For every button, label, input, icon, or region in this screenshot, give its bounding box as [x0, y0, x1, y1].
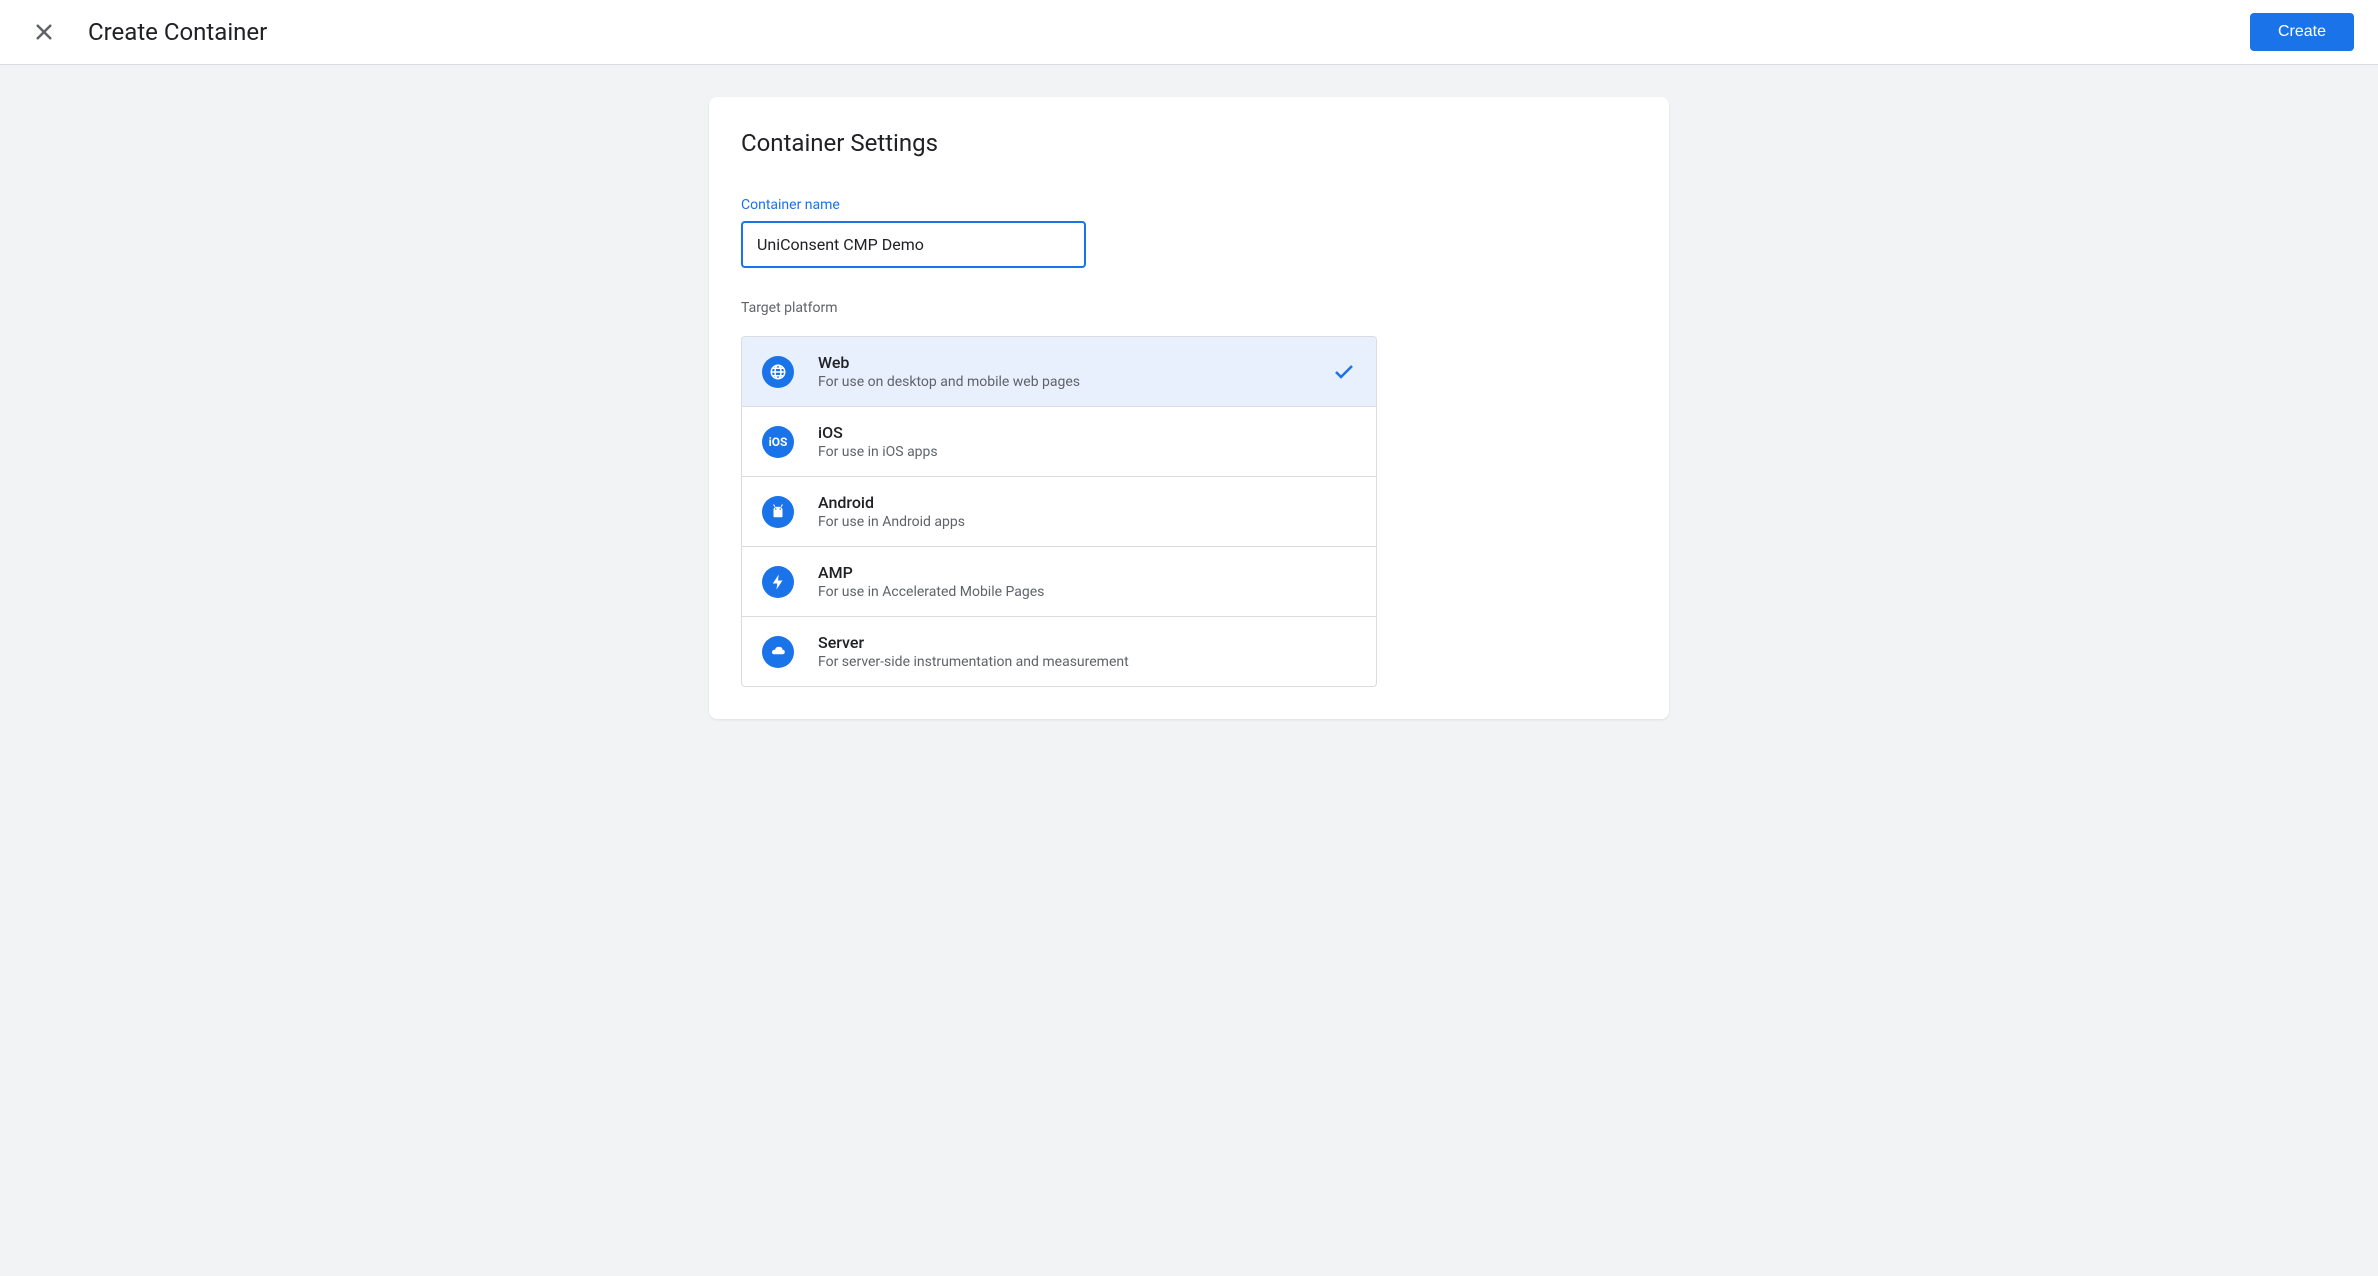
settings-card: Container Settings Container name Target…: [709, 97, 1669, 719]
create-button[interactable]: Create: [2250, 13, 2354, 51]
close-button[interactable]: [24, 12, 64, 52]
platform-text: Server For server-side instrumentation a…: [818, 633, 1356, 670]
content-wrapper: Container Settings Container name Target…: [0, 65, 2378, 751]
card-title: Container Settings: [741, 129, 1637, 157]
platform-list: Web For use on desktop and mobile web pa…: [741, 336, 1377, 687]
platform-text: Web For use on desktop and mobile web pa…: [818, 353, 1332, 390]
platform-desc: For server-side instrumentation and meas…: [818, 654, 1356, 670]
platform-name: Android: [818, 493, 1356, 512]
platform-text: iOS For use in iOS apps: [818, 423, 1356, 460]
platform-desc: For use in Android apps: [818, 514, 1356, 530]
ios-icon: iOS: [762, 426, 794, 458]
target-platform-label: Target platform: [741, 300, 1637, 316]
platform-option-web[interactable]: Web For use on desktop and mobile web pa…: [742, 337, 1376, 407]
check-icon: [1332, 360, 1356, 384]
page-title: Create Container: [88, 18, 267, 46]
platform-name: iOS: [818, 423, 1356, 442]
close-icon: [32, 20, 56, 44]
platform-name: Server: [818, 633, 1356, 652]
platform-desc: For use on desktop and mobile web pages: [818, 374, 1332, 390]
container-name-input[interactable]: [741, 221, 1086, 268]
platform-option-ios[interactable]: iOS iOS For use in iOS apps: [742, 407, 1376, 477]
platform-text: AMP For use in Accelerated Mobile Pages: [818, 563, 1356, 600]
globe-icon: [762, 356, 794, 388]
android-icon: [762, 496, 794, 528]
page-header: Create Container Create: [0, 0, 2378, 65]
platform-name: Web: [818, 353, 1332, 372]
platform-desc: For use in Accelerated Mobile Pages: [818, 584, 1356, 600]
platform-option-android[interactable]: Android For use in Android apps: [742, 477, 1376, 547]
platform-option-amp[interactable]: AMP For use in Accelerated Mobile Pages: [742, 547, 1376, 617]
header-left: Create Container: [24, 12, 267, 52]
container-name-label: Container name: [741, 197, 1637, 213]
platform-desc: For use in iOS apps: [818, 444, 1356, 460]
platform-option-server[interactable]: Server For server-side instrumentation a…: [742, 617, 1376, 686]
platform-text: Android For use in Android apps: [818, 493, 1356, 530]
bolt-icon: [762, 566, 794, 598]
cloud-icon: [762, 636, 794, 668]
platform-name: AMP: [818, 563, 1356, 582]
